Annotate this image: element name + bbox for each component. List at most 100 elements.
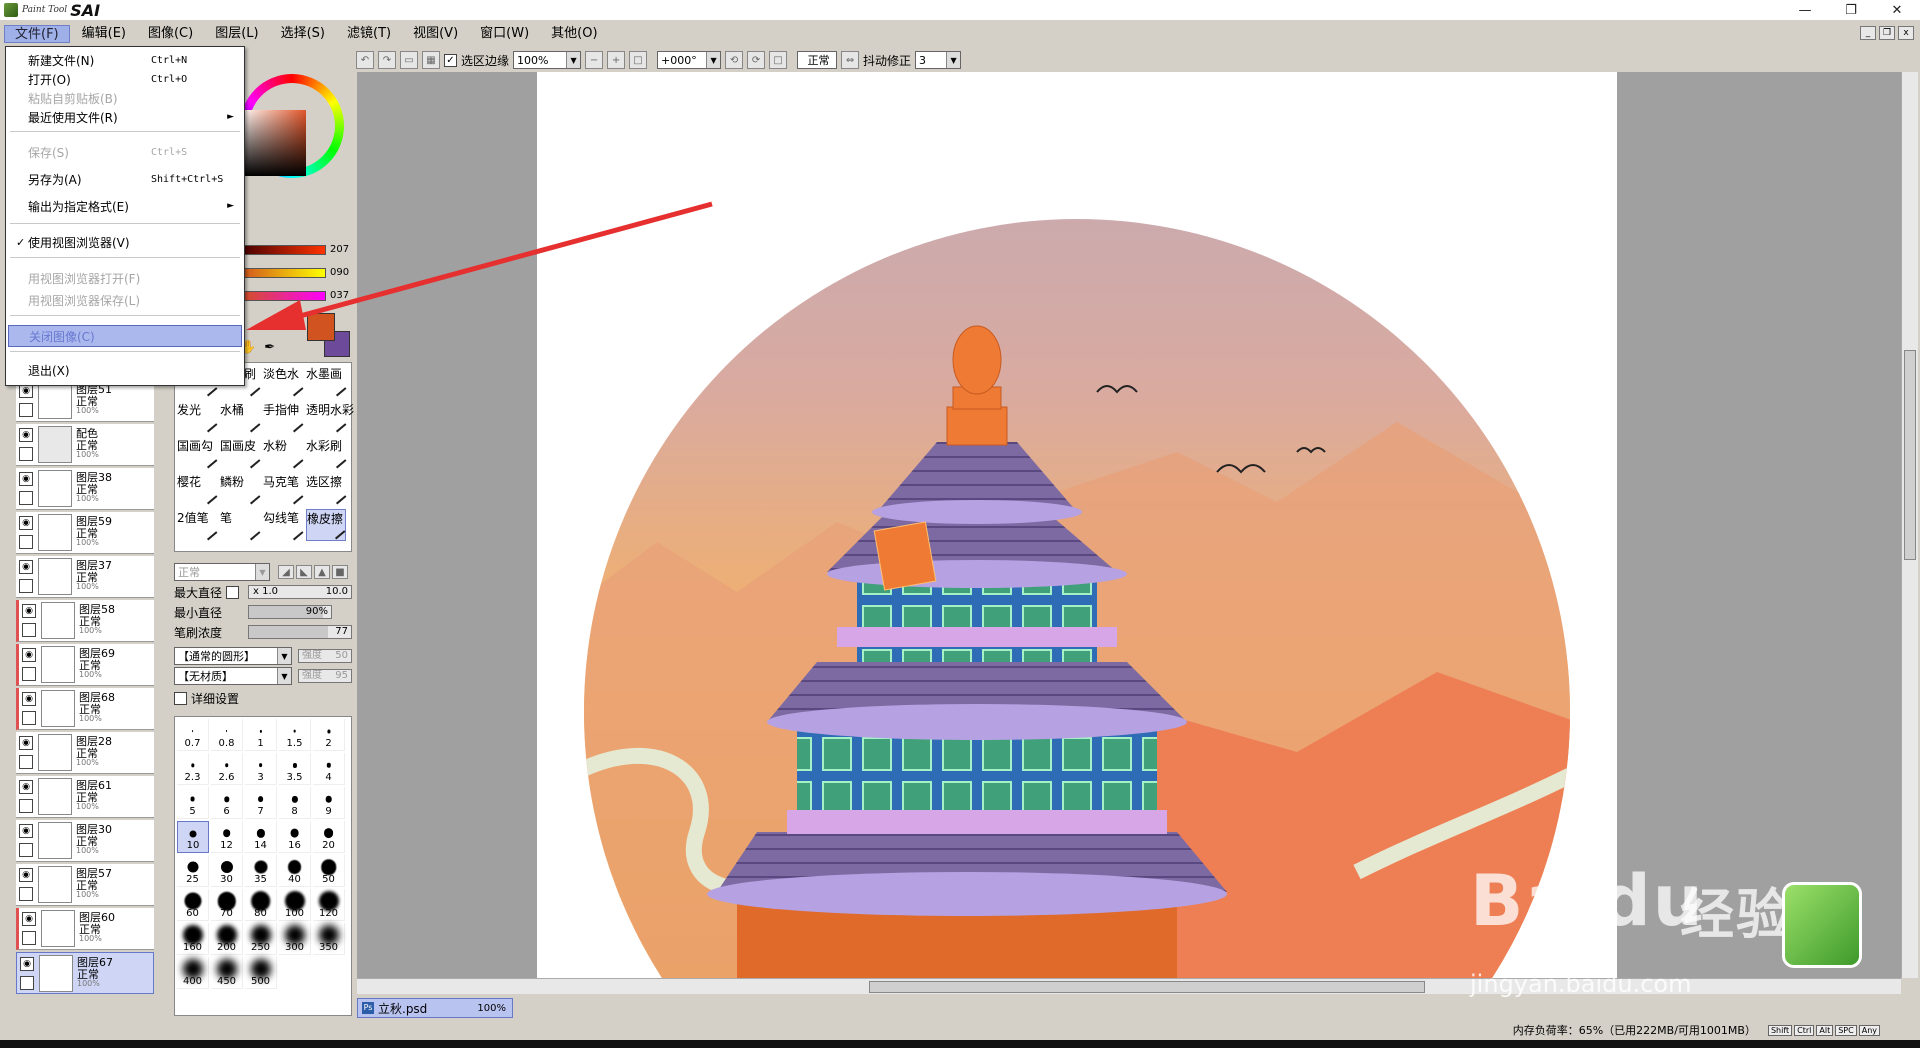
layer-lock-checkbox[interactable] xyxy=(22,667,36,681)
brush-size-35[interactable]: 35 xyxy=(245,855,277,887)
edge-preset-1[interactable]: ◢ xyxy=(278,565,294,579)
brush-size-1.5[interactable]: 1.5 xyxy=(279,719,311,751)
zoom-out-button[interactable]: − xyxy=(585,51,604,69)
brush-tool-11[interactable]: 水彩刷 xyxy=(306,437,347,469)
eye-icon[interactable]: ◉ xyxy=(22,648,36,662)
brush-size-7[interactable]: 7 xyxy=(245,787,277,819)
close-button[interactable]: ✕ xyxy=(1874,0,1920,20)
brush-tool-18[interactable]: 勾线笔 xyxy=(263,509,304,541)
brush-tool-12[interactable]: 樱花 xyxy=(177,473,218,505)
max-diameter-checkbox[interactable] xyxy=(226,585,240,599)
brush-size-12[interactable]: 12 xyxy=(211,821,243,853)
zoom-select[interactable]: 100% ▼ xyxy=(513,51,582,69)
brush-size-30[interactable]: 30 xyxy=(211,855,243,887)
menu-2[interactable]: 图像(C) xyxy=(138,25,203,43)
eye-icon[interactable]: ◉ xyxy=(19,780,33,794)
layer-lock-checkbox[interactable] xyxy=(19,579,33,593)
brush-tool-15[interactable]: 选区擦 xyxy=(306,473,347,505)
brush-tool-16[interactable]: 2值笔 xyxy=(177,509,218,541)
brush-size-40[interactable]: 40 xyxy=(279,855,311,887)
brush-size-100[interactable]: 100 xyxy=(279,889,311,921)
brush-tool-13[interactable]: 鳞粉 xyxy=(220,473,261,505)
selection-edge-checkbox[interactable]: ✓ xyxy=(444,53,457,67)
brush-size-2[interactable]: 2 xyxy=(313,719,345,751)
menu-item-exit[interactable]: 退出(X) xyxy=(8,359,242,381)
brush-tool-5[interactable]: 水桶 xyxy=(220,401,261,433)
edge-preset-4[interactable]: ■ xyxy=(332,565,348,579)
blue-slider[interactable] xyxy=(240,291,326,301)
layer-item[interactable]: ◉ 图层38 正常 100% xyxy=(16,468,154,510)
eye-icon[interactable]: ◉ xyxy=(22,604,36,618)
menu-item-save-as[interactable]: 另存为(A) Shift+Ctrl+S xyxy=(8,168,242,190)
menu-8[interactable]: 其他(O) xyxy=(541,25,607,43)
brush-size-0.8[interactable]: 0.8 xyxy=(211,719,243,751)
brush-size-3.5[interactable]: 3.5 xyxy=(279,753,311,785)
horizontal-scroll-thumb[interactable] xyxy=(869,981,1425,993)
brush-size-25[interactable]: 25 xyxy=(177,855,209,887)
layer-lock-checkbox[interactable] xyxy=(20,976,34,990)
eye-icon[interactable]: ◉ xyxy=(19,428,33,442)
eye-icon[interactable]: ◉ xyxy=(19,824,33,838)
eye-icon[interactable]: ◉ xyxy=(22,692,36,706)
brush-tool-2[interactable]: 淡色水 xyxy=(263,365,304,397)
layer-lock-checkbox[interactable] xyxy=(19,491,33,505)
brush-size-350[interactable]: 350 xyxy=(313,923,345,955)
brush-tool-7[interactable]: 透明水彩 xyxy=(306,401,354,433)
menu-6[interactable]: 视图(V) xyxy=(403,25,468,43)
layer-item[interactable]: ◉ 图层58 正常 100% xyxy=(16,600,154,642)
edge-preset-3[interactable]: ▲ xyxy=(314,565,330,579)
eye-icon[interactable]: ◉ xyxy=(19,516,33,530)
stabilizer-select[interactable]: 3 ▼ xyxy=(915,51,962,69)
brush-size-2.6[interactable]: 2.6 xyxy=(211,753,243,785)
redo-button[interactable]: ↷ xyxy=(378,51,396,69)
menu-item-use-browser[interactable]: ✓ 使用视图浏览器(V) xyxy=(8,231,242,253)
layer-lock-checkbox[interactable] xyxy=(19,887,33,901)
vertical-scroll-thumb[interactable] xyxy=(1904,350,1916,560)
blend-mode-select[interactable]: 正常 xyxy=(797,51,838,69)
menu-item-export[interactable]: 输出为指定格式(E) ► xyxy=(8,195,242,217)
eye-icon[interactable]: ◉ xyxy=(19,384,33,398)
zoom-in-button[interactable]: + xyxy=(607,51,626,69)
layer-item[interactable]: ◉ 图层57 正常 100% xyxy=(16,864,154,906)
brush-size-14[interactable]: 14 xyxy=(245,821,277,853)
layer-lock-checkbox[interactable] xyxy=(22,931,36,945)
eye-icon[interactable]: ◉ xyxy=(20,957,34,971)
edge-preset-2[interactable]: ◣ xyxy=(296,565,312,579)
brush-size-500[interactable]: 500 xyxy=(245,957,277,989)
flip-button[interactable]: ⇔ xyxy=(841,51,860,69)
density-slider[interactable]: 77 xyxy=(248,625,352,639)
layer-lock-checkbox[interactable] xyxy=(19,755,33,769)
brush-tool-17[interactable]: 笔 xyxy=(220,509,261,541)
brush-size-6[interactable]: 6 xyxy=(211,787,243,819)
undo-button[interactable]: ↶ xyxy=(356,51,374,69)
brush-mode-select[interactable]: 正常 ▼ xyxy=(174,563,270,581)
vertical-scrollbar[interactable] xyxy=(1901,72,1918,978)
layer-lock-checkbox[interactable] xyxy=(22,623,36,637)
layer-lock-checkbox[interactable] xyxy=(19,843,33,857)
brush-size-8[interactable]: 8 xyxy=(279,787,311,819)
layer-item[interactable]: ◉ 图层59 正常 100% xyxy=(16,512,154,554)
brush-size-0.7[interactable]: 0.7 xyxy=(177,719,209,751)
canvas-area[interactable] xyxy=(357,72,1901,978)
brush-size-20[interactable]: 20 xyxy=(313,821,345,853)
brush-size-300[interactable]: 300 xyxy=(279,923,311,955)
document-tab[interactable]: Ps 立秋.psd 100% xyxy=(357,998,513,1018)
menu-7[interactable]: 窗口(W) xyxy=(470,25,539,43)
eye-icon[interactable]: ◉ xyxy=(19,736,33,750)
brush-tool-4[interactable]: 发光 xyxy=(177,401,218,433)
layer-lock-checkbox[interactable] xyxy=(19,403,33,417)
brush-tool-8[interactable]: 国画勾 xyxy=(177,437,218,469)
texture-strength-slider[interactable]: 强度 95 xyxy=(298,669,352,683)
shape-strength-slider[interactable]: 强度 50 xyxy=(298,649,352,663)
brush-size-80[interactable]: 80 xyxy=(245,889,277,921)
rotation-select[interactable]: +000° ▼ xyxy=(657,51,722,69)
brush-size-400[interactable]: 400 xyxy=(177,957,209,989)
brush-tool-3[interactable]: 水墨画 xyxy=(306,365,347,397)
texture-select[interactable]: 【无材质】 ▼ xyxy=(174,667,292,685)
menu-1[interactable]: 编辑(E) xyxy=(72,25,136,43)
deselect-button[interactable]: ▭ xyxy=(400,51,418,69)
layer-lock-checkbox[interactable] xyxy=(22,711,36,725)
brush-size-120[interactable]: 120 xyxy=(313,889,345,921)
brush-shape-select[interactable]: 【通常的圆形】 ▼ xyxy=(174,647,292,665)
rotate-reset-button[interactable]: □ xyxy=(769,51,788,69)
